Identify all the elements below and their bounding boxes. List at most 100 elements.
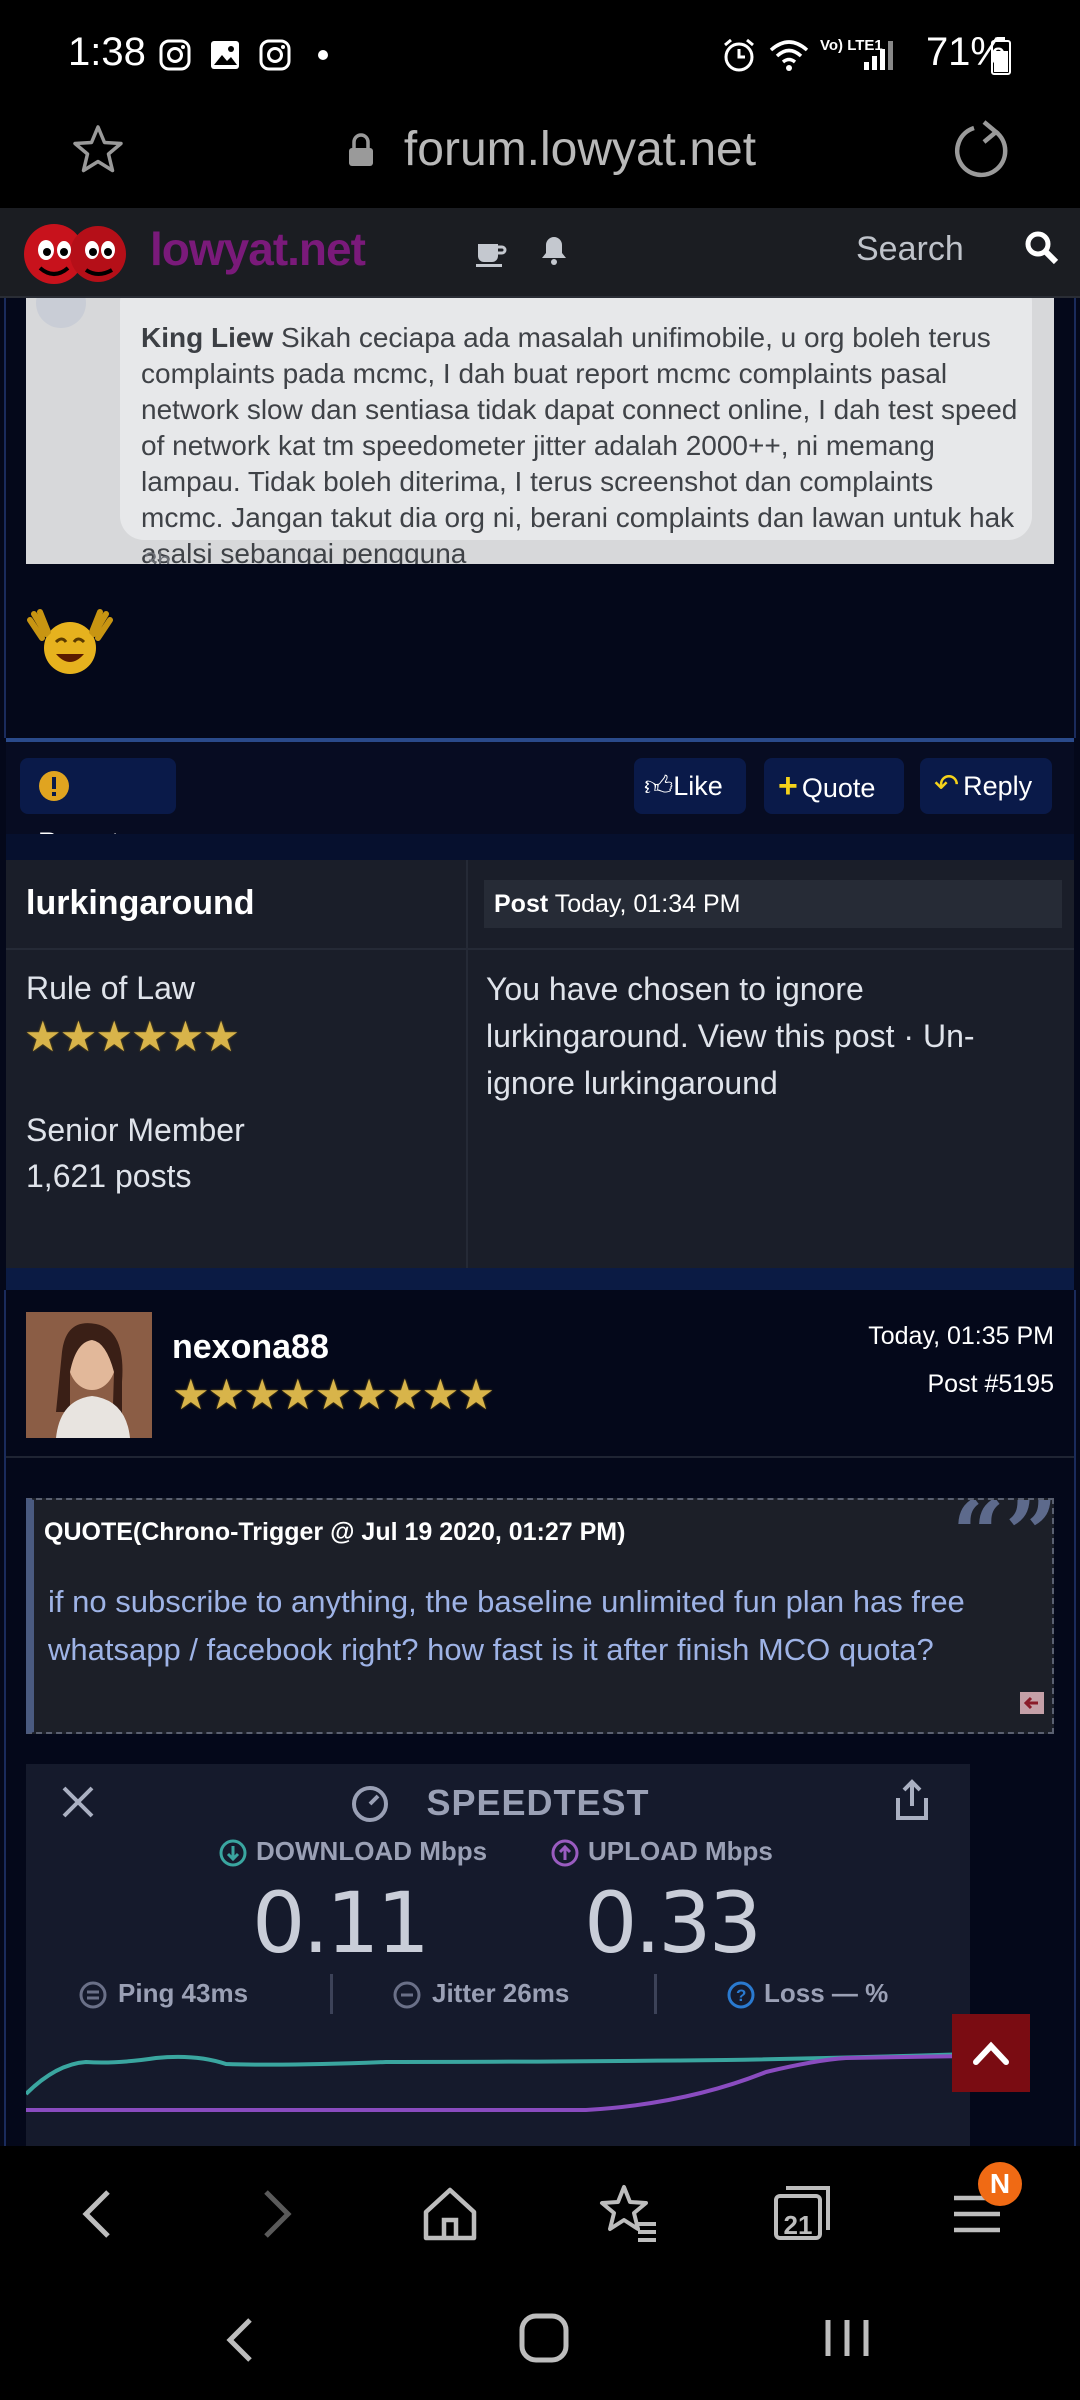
upload-icon <box>551 1839 579 1867</box>
bell-icon[interactable] <box>540 234 568 266</box>
post-header-divider <box>6 1456 1074 1458</box>
report-button[interactable]: Report <box>20 758 176 857</box>
post-separator <box>6 1268 1074 1290</box>
jitter-value: Jitter 26ms <box>432 1978 570 2008</box>
svg-text:?: ? <box>736 1986 746 2005</box>
battery-icon <box>991 37 1011 75</box>
back-icon[interactable] <box>78 2186 118 2242</box>
quote-label: Quote <box>801 773 876 803</box>
upload-label: UPLOAD Mbps <box>588 1836 773 1866</box>
star-icon: ★ <box>243 1371 281 1418</box>
quote-block: QUOTE(Chrono-Trigger @ Jul 19 2020, 01:2… <box>26 1498 1054 1734</box>
system-back-icon[interactable] <box>222 2316 258 2364</box>
browser-toolbar: 21 N <box>0 2146 1080 2276</box>
coffee-cup-icon[interactable] <box>474 236 508 268</box>
gallery-icon <box>211 41 239 69</box>
user-avatar[interactable] <box>26 1312 152 1438</box>
star-icon: ★ <box>95 1013 133 1060</box>
quote-marks-icon: “” <box>952 1500 1052 1572</box>
site-logo-text[interactable]: lowyat.net <box>150 222 366 276</box>
laughing-emoji-icon <box>27 609 113 674</box>
header-divider <box>468 948 1074 950</box>
status-bar: 1:38 Vo) LTE1 71% <box>0 0 1080 112</box>
star-icon: ★ <box>385 1371 424 1418</box>
home-icon[interactable] <box>420 2184 480 2244</box>
like-label: Like <box>673 771 723 801</box>
reply-label: Reply <box>963 771 1033 801</box>
speedtest-screenshot: SPEEDTEST DOWNLOAD Mbps UPLOAD Mbps 0.11… <box>26 1764 970 2146</box>
download-label: DOWNLOAD Mbps <box>256 1836 488 1866</box>
post-number[interactable]: Post #5195 <box>928 1370 1055 1399</box>
chevron-up-icon <box>973 2041 1009 2065</box>
bookmarks-icon[interactable] <box>598 2182 660 2244</box>
reload-icon[interactable] <box>950 118 1014 182</box>
alarm-icon <box>724 38 754 72</box>
signal-icon <box>864 41 893 70</box>
post-frame-left <box>4 1290 6 2146</box>
search-label[interactable]: Search <box>856 230 964 269</box>
lowyat-mascot-logo[interactable] <box>20 216 130 288</box>
speedtest-title: SPEEDTEST <box>426 1782 650 1823</box>
post-header-label: Post <box>494 890 549 918</box>
screenshot-body: Sikah ceciapa ada masalah unifimobile, u… <box>141 322 1018 564</box>
system-recents-icon[interactable] <box>822 2316 872 2360</box>
star-icon: ★ <box>350 1371 388 1418</box>
ping-value: Ping 43ms <box>118 1978 249 2008</box>
embedded-screenshot: King Liew Sikah ceciapa ada masalah unif… <box>26 298 1054 564</box>
post-frame-right <box>1074 1290 1076 2146</box>
post-author-column: lurkingaround Rule of Law ★★★★★★ Senior … <box>6 860 468 1268</box>
browser-address-bar: forum.lowyat.net <box>0 112 1080 208</box>
upload-value: 0.33 <box>584 1874 762 1972</box>
post-separator <box>6 834 1074 860</box>
rank-stars: ★★★★★★ <box>24 1013 240 1060</box>
ignored-post-notice[interactable]: You have chosen to ignore lurkingaround.… <box>486 966 1046 1107</box>
share-icon <box>896 1779 928 1820</box>
plus-icon: + <box>778 767 798 805</box>
download-value: 0.11 <box>252 1874 430 1972</box>
quote-button[interactable]: + Quote <box>764 758 904 814</box>
wifi-icon <box>769 40 809 71</box>
scroll-to-top-button[interactable] <box>952 2014 1030 2092</box>
warning-icon <box>39 771 69 801</box>
search-icon[interactable] <box>1024 230 1060 266</box>
view-quoted-post-icon[interactable] <box>1020 1692 1044 1714</box>
star-icon: ★ <box>130 1013 169 1060</box>
stat-divider <box>330 1974 333 2014</box>
reply-button[interactable]: ↶ Reply <box>920 758 1052 814</box>
star-icon: ★ <box>59 1013 98 1060</box>
quote-header: QUOTE(Chrono-Trigger @ Jul 19 2020, 01:2… <box>44 1518 626 1546</box>
system-home-icon[interactable] <box>518 2312 570 2364</box>
post-username[interactable]: lurkingaround <box>26 884 255 923</box>
star-icon: ★ <box>172 1371 210 1418</box>
post-frame-left <box>4 298 6 738</box>
help-icon: ? <box>727 1981 755 2009</box>
notification-badge: N <box>978 2162 1022 2206</box>
screenshot-avatar <box>36 298 86 328</box>
svg-text:“”: “” <box>952 1500 1052 1572</box>
rank-title: Rule of Law <box>26 970 195 1006</box>
screenshot-timestamp: 3h <box>144 548 171 564</box>
star-icon: ★ <box>202 1013 240 1060</box>
speed-graph <box>26 2052 970 2112</box>
instagram-icon <box>159 39 191 71</box>
forward-icon[interactable] <box>256 2186 296 2242</box>
post-count: 1,621 posts <box>26 1158 192 1194</box>
author-divider <box>6 948 466 950</box>
star-icon: ★ <box>278 1371 317 1418</box>
address-url[interactable]: forum.lowyat.net <box>40 122 1080 177</box>
status-time: 1:38 <box>68 30 146 74</box>
quote-text: if no subscribe to anything, the baselin… <box>48 1584 965 1667</box>
screenshot-author: King Liew <box>141 322 274 353</box>
more-notifications-dot <box>318 50 328 60</box>
post-header: Post Today, 01:34 PM <box>484 880 1062 928</box>
forum-navbar: lowyat.net Search <box>0 208 1080 298</box>
post-frame-right <box>1074 298 1076 738</box>
star-icon: ★ <box>166 1013 205 1060</box>
star-icon: ★ <box>314 1371 353 1418</box>
like-button[interactable]: 👍︎Like <box>634 758 746 814</box>
post-username[interactable]: nexona88 <box>172 1328 329 1367</box>
thread-content[interactable]: King Liew Sikah ceciapa ada masalah unif… <box>0 298 1080 2146</box>
member-type: Senior Member <box>26 1112 245 1148</box>
download-icon <box>219 1839 247 1867</box>
star-icon: ★ <box>457 1371 495 1418</box>
